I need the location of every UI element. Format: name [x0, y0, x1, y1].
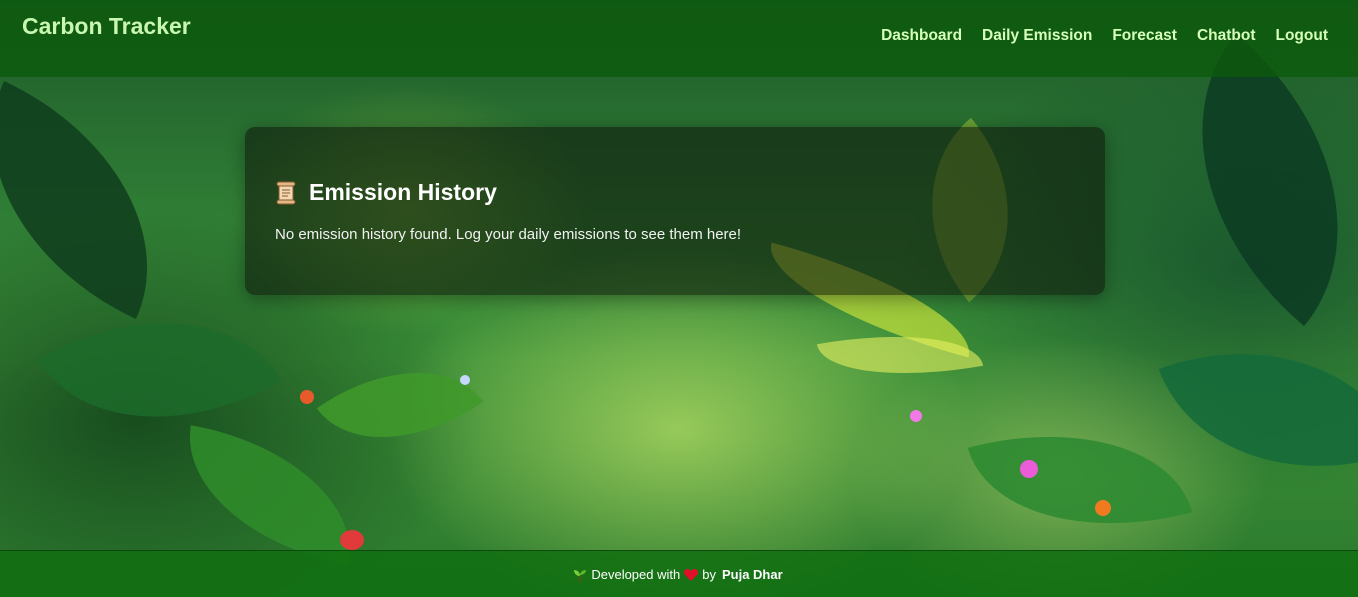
footer-middle: by: [702, 567, 716, 582]
footer-prefix: Developed with: [591, 567, 681, 582]
emission-history-title: Emission History: [309, 179, 497, 205]
nav-forecast[interactable]: Forecast: [1112, 27, 1177, 45]
sprout-icon: [574, 569, 587, 582]
heart-icon: [684, 568, 699, 581]
nav-dashboard[interactable]: Dashboard: [881, 27, 962, 45]
nav-chatbot[interactable]: Chatbot: [1197, 27, 1256, 45]
footer-author: Puja Dhar: [721, 567, 783, 582]
navbar: Carbon Tracker Dashboard Daily Emission …: [0, 0, 1358, 77]
brand-logo-text[interactable]: Carbon Tracker: [22, 13, 191, 40]
empty-history-message: No emission history found. Log your dail…: [275, 226, 742, 243]
nav-logout[interactable]: Logout: [1275, 27, 1328, 45]
nav-daily-emission[interactable]: Daily Emission: [982, 27, 1092, 45]
emission-history-card: Emission History No emission history fou…: [245, 127, 1105, 295]
footer: Developed with by Puja Dhar: [0, 550, 1358, 597]
scroll-icon: [276, 181, 296, 204]
emission-history-heading: Emission History: [275, 179, 1075, 206]
nav-links: Dashboard Daily Emission Forecast Chatbo…: [881, 27, 1328, 45]
